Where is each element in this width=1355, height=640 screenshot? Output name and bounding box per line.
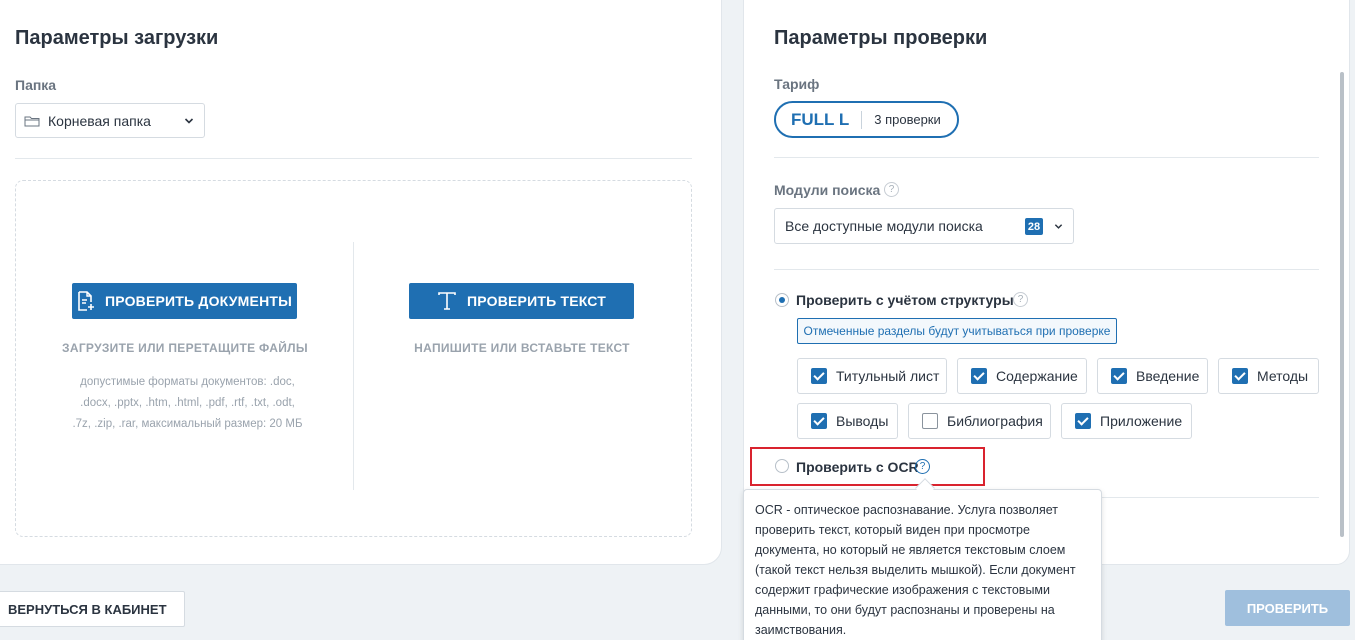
check-documents-hint: ЗАГРУЗИТЕ ИЛИ ПЕРЕТАЩИТЕ ФАЙЛЫ <box>62 341 308 355</box>
check-text-label: ПРОВЕРИТЬ ТЕКСТ <box>466 293 607 309</box>
folder-label: Папка <box>15 77 57 93</box>
structure-radio[interactable] <box>775 293 789 307</box>
modules-select-value: Все доступные модули поиска <box>785 218 983 234</box>
ocr-tooltip: OCR - оптическое распознавание. Услуга п… <box>743 489 1102 640</box>
checkbox <box>922 413 938 429</box>
structure-option-label: Проверить с учётом структуры <box>796 292 1014 308</box>
tariff-label: Тариф <box>774 76 820 92</box>
text-icon <box>438 292 456 310</box>
section-checkbox-introduction[interactable]: Введение <box>1097 358 1208 394</box>
section-checkbox-title-page[interactable]: Титульный лист <box>797 358 947 394</box>
check-documents-label: ПРОВЕРИТЬ ДОКУМЕНТЫ <box>104 293 293 309</box>
checkbox <box>1232 368 1248 384</box>
divider <box>774 157 1319 158</box>
ocr-highlight-box <box>750 447 985 486</box>
check-text-button[interactable]: ПРОВЕРИТЬ ТЕКСТ <box>409 283 634 319</box>
section-label: Приложение <box>1100 413 1183 429</box>
section-label: Введение <box>1136 368 1200 384</box>
section-checkbox-contents[interactable]: Содержание <box>957 358 1087 394</box>
formats-line: .docx, .pptx, .htm, .html, .pdf, .rtf, .… <box>80 397 295 409</box>
section-label: Библиография <box>947 413 1043 429</box>
tariff-selector[interactable]: FULL L 3 проверки <box>774 101 959 138</box>
folder-select-value: Корневая папка <box>48 112 151 129</box>
folder-icon <box>24 116 40 126</box>
document-add-icon <box>78 291 94 311</box>
upload-title: Параметры загрузки <box>15 27 219 49</box>
checkbox <box>1075 413 1091 429</box>
checkbox <box>811 413 827 429</box>
allowed-formats: допустимые форматы документов: .doc, .do… <box>65 372 310 435</box>
check-documents-button[interactable]: ПРОВЕРИТЬ ДОКУМЕНТЫ <box>72 283 297 319</box>
back-to-cabinet-button[interactable]: ВЕРНУТЬСЯ В КАБИНЕТ <box>0 591 185 627</box>
check-button[interactable]: ПРОВЕРИТЬ <box>1225 590 1350 626</box>
modules-count-badge: 28 <box>1025 218 1043 235</box>
chevron-down-icon <box>1054 224 1063 229</box>
section-checkbox-bibliography[interactable]: Библиография <box>908 403 1051 439</box>
checkbox <box>1111 368 1127 384</box>
help-icon[interactable]: ? <box>1013 292 1028 307</box>
section-label: Выводы <box>836 413 889 429</box>
folder-select[interactable]: Корневая папка <box>15 103 205 138</box>
divider <box>15 158 692 159</box>
formats-line: .7z, .zip, .rar, максимальный размер: 20… <box>72 418 303 430</box>
chevron-down-icon <box>184 118 194 124</box>
formats-line: допустимые форматы документов: .doc, <box>80 376 295 388</box>
check-title: Параметры проверки <box>774 27 988 49</box>
section-label: Методы <box>1257 368 1309 384</box>
divider <box>774 269 1319 270</box>
modules-label: Модули поиска <box>774 182 881 198</box>
section-checkbox-methods[interactable]: Методы <box>1218 358 1319 394</box>
checkbox <box>971 368 987 384</box>
scrollbar[interactable] <box>1340 72 1344 537</box>
section-label: Титульный лист <box>836 368 940 384</box>
tariff-count: 3 проверки <box>874 112 941 127</box>
section-checkbox-appendix[interactable]: Приложение <box>1061 403 1192 439</box>
dropzone-separator <box>353 242 354 490</box>
divider <box>1102 497 1319 498</box>
section-label: Содержание <box>996 368 1078 384</box>
checkbox <box>811 368 827 384</box>
tariff-name: FULL L <box>776 110 863 129</box>
check-text-hint: НАПИШИТЕ ИЛИ ВСТАВЬТЕ ТЕКСТ <box>414 341 630 355</box>
section-checkbox-conclusions[interactable]: Выводы <box>797 403 898 439</box>
structure-note: Отмеченные разделы будут учитываться при… <box>797 318 1117 344</box>
search-modules-select[interactable]: Все доступные модули поиска 28 <box>774 208 1074 244</box>
help-icon[interactable]: ? <box>884 182 899 197</box>
